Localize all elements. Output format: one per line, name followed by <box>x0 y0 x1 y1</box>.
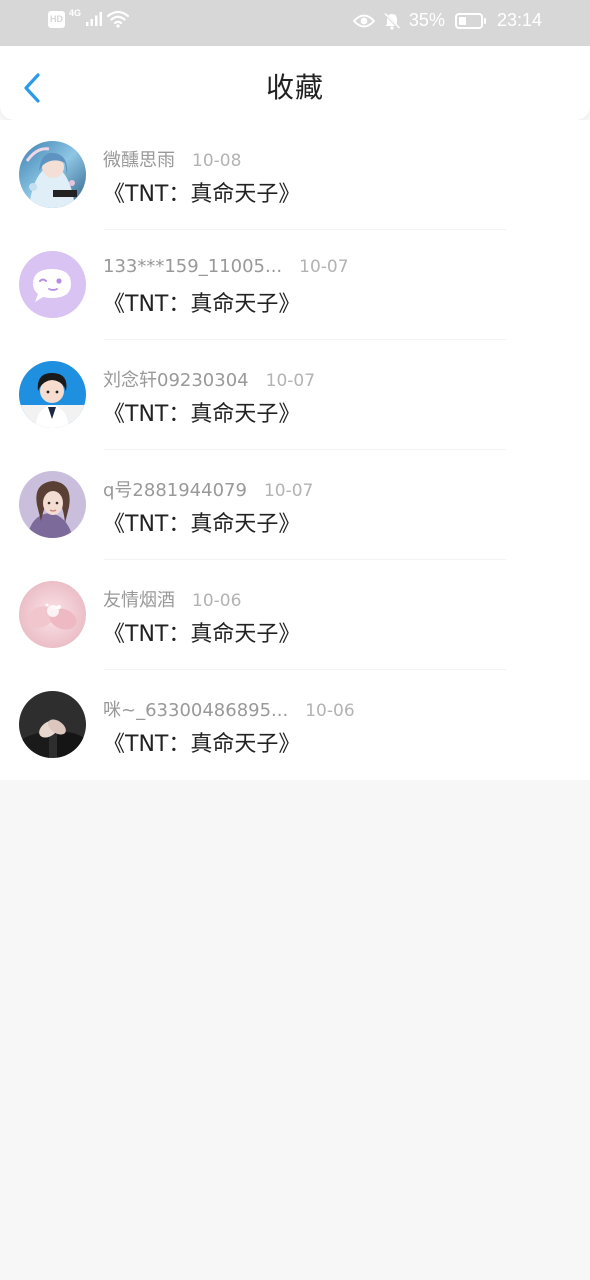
signal-icon <box>86 12 103 26</box>
list-item[interactable]: 咪~_63300486895... 10-06 《TNT：真命天子》 <box>0 670 590 780</box>
avatar[interactable] <box>19 361 86 428</box>
muted-bell-icon <box>384 12 400 30</box>
anime-girl-avatar <box>19 141 86 208</box>
meta-line: 微醺思雨 10-08 <box>103 146 241 172</box>
status-bar: HD 4G 35% 23:14 <box>0 0 590 46</box>
book-title[interactable]: 《TNT：真命天子》 <box>103 726 300 758</box>
username: 咪~_63300486895... <box>103 700 289 721</box>
battery-percent: 35% <box>408 10 445 30</box>
username: 微醺思雨 <box>103 150 175 171</box>
date: 10-07 <box>299 257 349 277</box>
avatar[interactable] <box>19 141 86 208</box>
network-type-label: 4G <box>69 8 82 18</box>
battery-level-fill <box>458 16 466 25</box>
list-item[interactable]: 133***159_11005... 10-07 《TNT：真命天子》 <box>0 230 590 340</box>
page-title: 收藏 <box>265 71 324 104</box>
battery-icon <box>454 12 486 29</box>
favorites-list: 微醺思雨 10-08 《TNT：真命天子》 133***159_11005...… <box>0 120 590 780</box>
avatar[interactable] <box>19 251 86 318</box>
chat-bubble-avatar <box>19 251 86 318</box>
date: 10-07 <box>265 371 316 391</box>
avatar[interactable] <box>19 471 86 538</box>
list-item[interactable]: q号2881944079 10-07 《TNT：真命天子》 <box>0 450 590 560</box>
holding-hands-avatar <box>19 691 86 758</box>
hd-badge: HD <box>48 10 65 28</box>
date: 10-06 <box>305 701 355 721</box>
username: q号2881944079 <box>103 480 247 501</box>
book-title[interactable]: 《TNT：真命天子》 <box>103 176 300 208</box>
avatar[interactable] <box>19 691 86 758</box>
meta-line: q号2881944079 10-07 <box>103 476 313 502</box>
username: 友情烟酒 <box>103 590 175 611</box>
book-title[interactable]: 《TNT：真命天子》 <box>103 506 300 538</box>
app-header: 收藏 <box>0 46 590 120</box>
meta-line: 咪~_63300486895... 10-06 <box>103 696 355 722</box>
wifi-icon <box>107 10 130 28</box>
book-title[interactable]: 《TNT：真命天子》 <box>103 616 300 648</box>
book-title[interactable]: 《TNT：真命天子》 <box>103 396 300 428</box>
list-item[interactable]: 微醺思雨 10-08 《TNT：真命天子》 <box>0 120 590 230</box>
pink-hands-avatar <box>19 581 86 648</box>
status-right-group: 35% 23:14 <box>352 10 542 31</box>
date: 10-07 <box>263 481 314 501</box>
meta-line: 133***159_11005... 10-07 <box>103 256 349 277</box>
illustrated-girl-avatar <box>19 471 86 538</box>
list-item[interactable]: 刘念轩09230304 10-07 《TNT：真命天子》 <box>0 340 590 450</box>
meta-line: 刘念轩09230304 10-07 <box>103 366 315 392</box>
eye-icon <box>352 14 375 27</box>
username: 刘念轩09230304 <box>103 370 249 391</box>
book-title[interactable]: 《TNT：真命天子》 <box>103 286 300 318</box>
meta-line: 友情烟酒 10-06 <box>103 586 241 612</box>
list-item[interactable]: 友情烟酒 10-06 《TNT：真命天子》 <box>0 560 590 670</box>
status-left-group: HD 4G <box>48 8 130 28</box>
clock: 23:14 <box>496 10 542 30</box>
boy-photo-avatar <box>19 361 86 428</box>
date: 10-08 <box>192 151 242 171</box>
date: 10-06 <box>192 591 242 611</box>
avatar[interactable] <box>19 581 86 648</box>
username: 133***159_11005... <box>103 256 283 277</box>
